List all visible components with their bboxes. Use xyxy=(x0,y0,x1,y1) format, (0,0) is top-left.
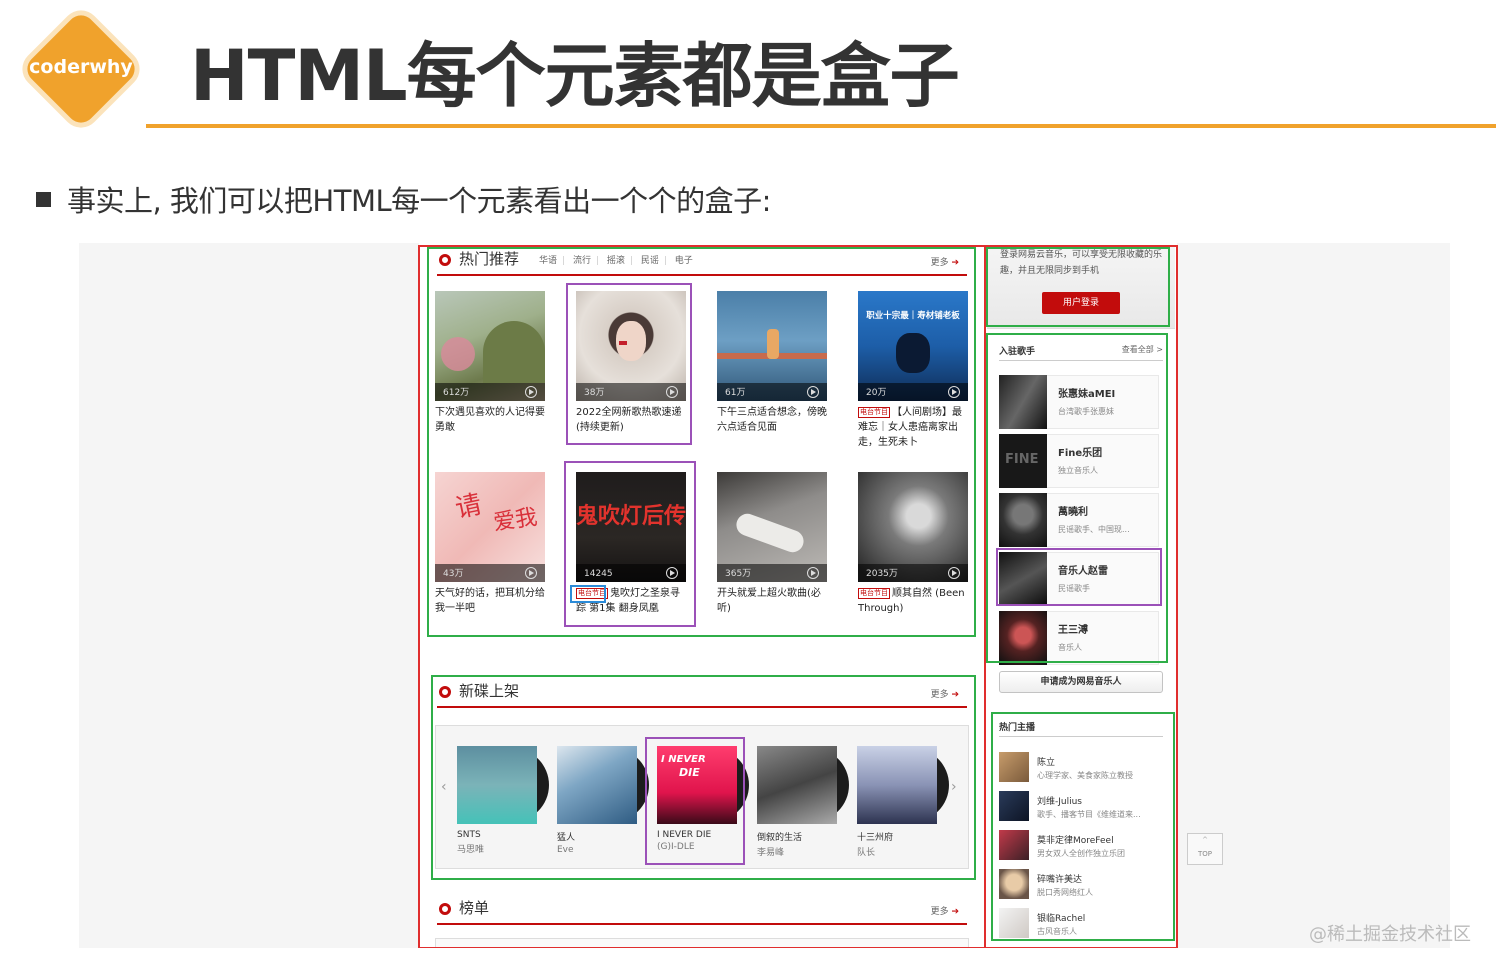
outline-artists xyxy=(986,333,1168,663)
outline-login-panel xyxy=(986,247,1170,327)
outline-artist-row xyxy=(996,548,1162,606)
watermark: @稀土掘金技术社区 xyxy=(1309,924,1471,945)
outline-hot-section xyxy=(427,247,976,637)
logo-text: coderwhy xyxy=(29,56,133,78)
bullet-point: 事实上, 我们可以把HTML每一个元素看出一个个的盒子: xyxy=(36,178,771,220)
title-underline xyxy=(146,124,1496,128)
slide-title: HTML每个元素都是盒子 xyxy=(190,35,960,117)
bullet-square-icon xyxy=(36,191,51,207)
outline-djs xyxy=(991,712,1175,941)
outline-album xyxy=(645,737,745,865)
bullet-text: 事实上, 我们可以把HTML每一个元素看出一个个的盒子: xyxy=(67,184,771,218)
coderwhy-logo: coderwhy xyxy=(21,9,141,129)
outline-radio-tag xyxy=(570,585,606,603)
outline-card-1 xyxy=(566,283,692,445)
back-to-top-button[interactable]: ^ TOP xyxy=(1187,833,1223,865)
netease-screenshot: 热门推荐 华语 | 流行 | 摇滚 | 民谣 | 电子 更多 ➔ 612万 下次遇见喜欢… xyxy=(79,243,1450,948)
